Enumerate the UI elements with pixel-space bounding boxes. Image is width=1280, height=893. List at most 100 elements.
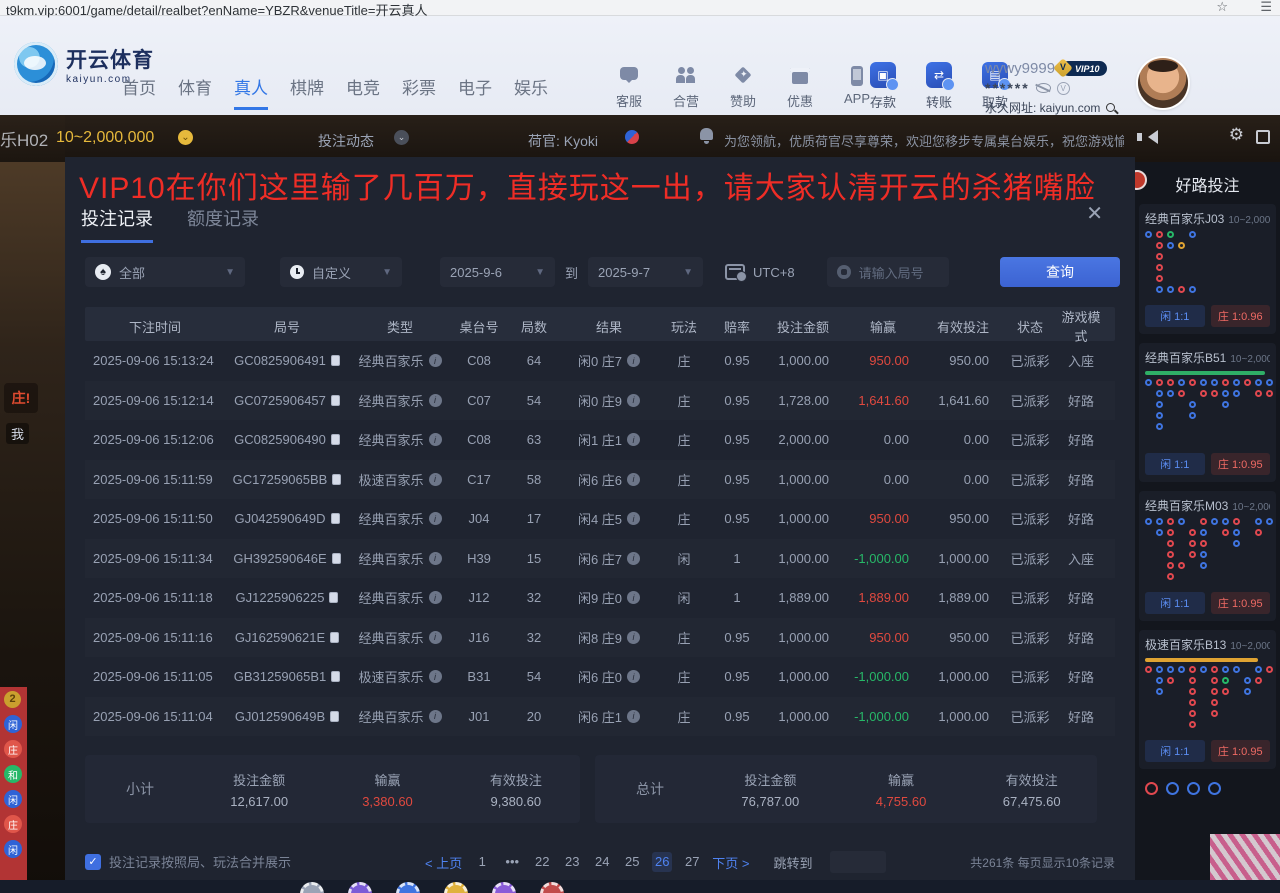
betting-chip[interactable] — [444, 882, 468, 893]
copy-icon[interactable] — [331, 434, 340, 445]
info-icon[interactable]: i — [627, 473, 640, 486]
page-22[interactable]: 22 — [532, 852, 552, 872]
road-card-经典百家乐B51[interactable]: 经典百家乐B5110~2,000,闲 1:1庄 1:0.95 — [1139, 343, 1276, 482]
nav-item-电子[interactable]: 电子 — [458, 74, 492, 110]
copy-icon[interactable] — [330, 632, 339, 643]
user-avatar[interactable] — [1138, 58, 1188, 108]
page-1[interactable]: 1 — [472, 852, 492, 872]
banker-bet-button[interactable]: 庄 1:0.95 — [1211, 740, 1271, 762]
betting-chip[interactable] — [348, 882, 372, 893]
info-icon[interactable]: i — [627, 354, 640, 367]
copy-icon[interactable] — [331, 395, 340, 406]
copy-icon[interactable] — [329, 592, 338, 603]
table-row[interactable]: 2025-09-06 15:11:16GJ162590621E经典百家乐iJ16… — [85, 618, 1115, 658]
action-sponsor[interactable]: 赞助 — [726, 66, 760, 110]
info-icon[interactable]: i — [627, 710, 640, 723]
page-25[interactable]: 25 — [622, 852, 642, 872]
search-button[interactable]: 查询 — [1000, 257, 1120, 287]
wallet-deposit[interactable]: ▣存款 — [865, 62, 901, 111]
copy-icon[interactable] — [332, 474, 341, 485]
info-icon[interactable]: i — [627, 394, 640, 407]
nav-item-棋牌[interactable]: 棋牌 — [290, 74, 324, 110]
player-bet-button[interactable]: 闲 1:1 — [1145, 305, 1205, 327]
road-card-极速百家乐B13[interactable]: 极速百家乐B1310~2,000,闲 1:1庄 1:0.95 — [1139, 630, 1276, 769]
bet-feed-label[interactable]: 投注动态 — [318, 131, 374, 151]
info-icon[interactable]: i — [627, 433, 640, 446]
username[interactable]: wywy9999 — [985, 60, 1055, 77]
info-icon[interactable]: i — [429, 552, 442, 565]
action-partner[interactable]: 合营 — [669, 66, 703, 110]
eye-toggle-icon[interactable] — [1036, 83, 1051, 93]
info-icon[interactable]: i — [627, 631, 640, 644]
betting-chip[interactable] — [492, 882, 516, 893]
date-from-dropdown[interactable]: 2025-9-6 ▼ — [440, 257, 555, 287]
limit-chevron-icon[interactable]: ⌄ — [178, 130, 193, 145]
date-to-dropdown[interactable]: 2025-9-7 ▼ — [588, 257, 703, 287]
nav-item-真人[interactable]: 真人 — [234, 74, 268, 110]
betting-chip[interactable] — [300, 882, 324, 893]
info-icon[interactable]: i — [429, 512, 442, 525]
info-icon[interactable]: i — [429, 354, 442, 367]
road-card-经典百家乐M03[interactable]: 经典百家乐M0310~2,000,闲 1:1庄 1:0.95 — [1139, 491, 1276, 621]
merge-checkbox[interactable]: ✓ — [85, 854, 101, 870]
banker-bet-button[interactable]: 庄 1:0.95 — [1211, 453, 1271, 475]
copy-icon[interactable] — [331, 355, 340, 366]
nav-item-彩票[interactable]: 彩票 — [402, 74, 436, 110]
copy-icon[interactable] — [331, 513, 340, 524]
player-bet-button[interactable]: 闲 1:1 — [1145, 740, 1205, 762]
tab-投注记录[interactable]: 投注记录 — [81, 205, 153, 243]
page-•••[interactable]: ••• — [502, 852, 522, 872]
page-26[interactable]: 26 — [652, 852, 672, 872]
info-icon[interactable]: i — [429, 670, 442, 683]
bookmark-star-icon[interactable]: ☆ — [1216, 0, 1228, 15]
player-bet-button[interactable]: 闲 1:1 — [1145, 592, 1205, 614]
table-row[interactable]: 2025-09-06 15:12:06GC0825906490经典百家乐iC08… — [85, 420, 1115, 460]
info-icon[interactable]: i — [627, 591, 640, 604]
table-row[interactable]: 2025-09-06 15:11:59GC17259065BB极速百家乐iC17… — [85, 460, 1115, 500]
time-range-dropdown[interactable]: 自定义 ▼ — [280, 257, 402, 287]
action-promo[interactable]: 优惠 — [783, 66, 817, 110]
info-icon[interactable]: i — [429, 473, 442, 486]
browser-menu-icon[interactable]: ☰ — [1260, 0, 1272, 15]
page-23[interactable]: 23 — [562, 852, 582, 872]
betting-chip[interactable] — [396, 882, 420, 893]
address-bar[interactable]: t9km.vip:6001/game/detail/realbet?enName… — [6, 0, 428, 19]
page-24[interactable]: 24 — [592, 852, 612, 872]
wallet-transfer[interactable]: ⇄转账 — [921, 62, 957, 111]
table-row[interactable]: 2025-09-06 15:11:05GB31259065B1极速百家乐iB31… — [85, 657, 1115, 697]
nav-item-娱乐[interactable]: 娱乐 — [514, 74, 548, 110]
game-type-dropdown[interactable]: ♠ 全部 ▼ — [85, 257, 245, 287]
info-icon[interactable]: i — [627, 552, 640, 565]
info-icon[interactable]: i — [627, 670, 640, 683]
table-row[interactable]: 2025-09-06 15:11:18GJ1225906225经典百家乐iJ12… — [85, 578, 1115, 618]
fullscreen-icon[interactable] — [1256, 130, 1270, 144]
settings-gear-icon[interactable]: ⚙ — [1229, 125, 1244, 145]
prev-page-button[interactable]: < 上页 — [425, 853, 462, 872]
table-row[interactable]: 2025-09-06 15:13:24GC0825906491经典百家乐iC08… — [85, 341, 1115, 381]
tab-额度记录[interactable]: 额度记录 — [187, 205, 259, 243]
action-support[interactable]: 客服 — [612, 66, 646, 110]
page-27[interactable]: 27 — [682, 852, 702, 872]
jump-input[interactable] — [830, 851, 886, 873]
banker-bet-button[interactable]: 庄 1:0.95 — [1211, 592, 1271, 614]
betting-chip[interactable] — [540, 882, 564, 893]
copy-icon[interactable] — [332, 553, 341, 564]
table-row[interactable]: 2025-09-06 15:12:14GC0725906457经典百家乐iC07… — [85, 381, 1115, 421]
table-row[interactable]: 2025-09-06 15:11:04GJ012590649B经典百家乐iJ01… — [85, 697, 1115, 737]
banker-bet-button[interactable]: 庄 1:0.96 — [1211, 305, 1271, 327]
info-icon[interactable]: i — [429, 710, 442, 723]
info-icon[interactable]: i — [429, 591, 442, 604]
nav-item-电竞[interactable]: 电竞 — [346, 74, 380, 110]
info-icon[interactable]: i — [429, 433, 442, 446]
next-page-button[interactable]: 下页 > — [712, 853, 749, 872]
round-number-input[interactable]: 请输入局号 — [827, 257, 949, 287]
close-icon[interactable]: ✕ — [1086, 201, 1103, 226]
info-icon[interactable]: i — [429, 631, 442, 644]
nav-item-首页[interactable]: 首页 — [122, 74, 156, 110]
info-icon[interactable]: i — [627, 512, 640, 525]
copy-icon[interactable] — [330, 711, 339, 722]
copy-icon[interactable] — [331, 671, 340, 682]
road-card-经典百家乐J03[interactable]: 经典百家乐J0310~2,000,闲 1:1庄 1:0.96 — [1139, 204, 1276, 334]
table-row[interactable]: 2025-09-06 15:11:34GH392590646E经典百家乐iH39… — [85, 539, 1115, 579]
magnifier-icon[interactable] — [1106, 103, 1115, 112]
